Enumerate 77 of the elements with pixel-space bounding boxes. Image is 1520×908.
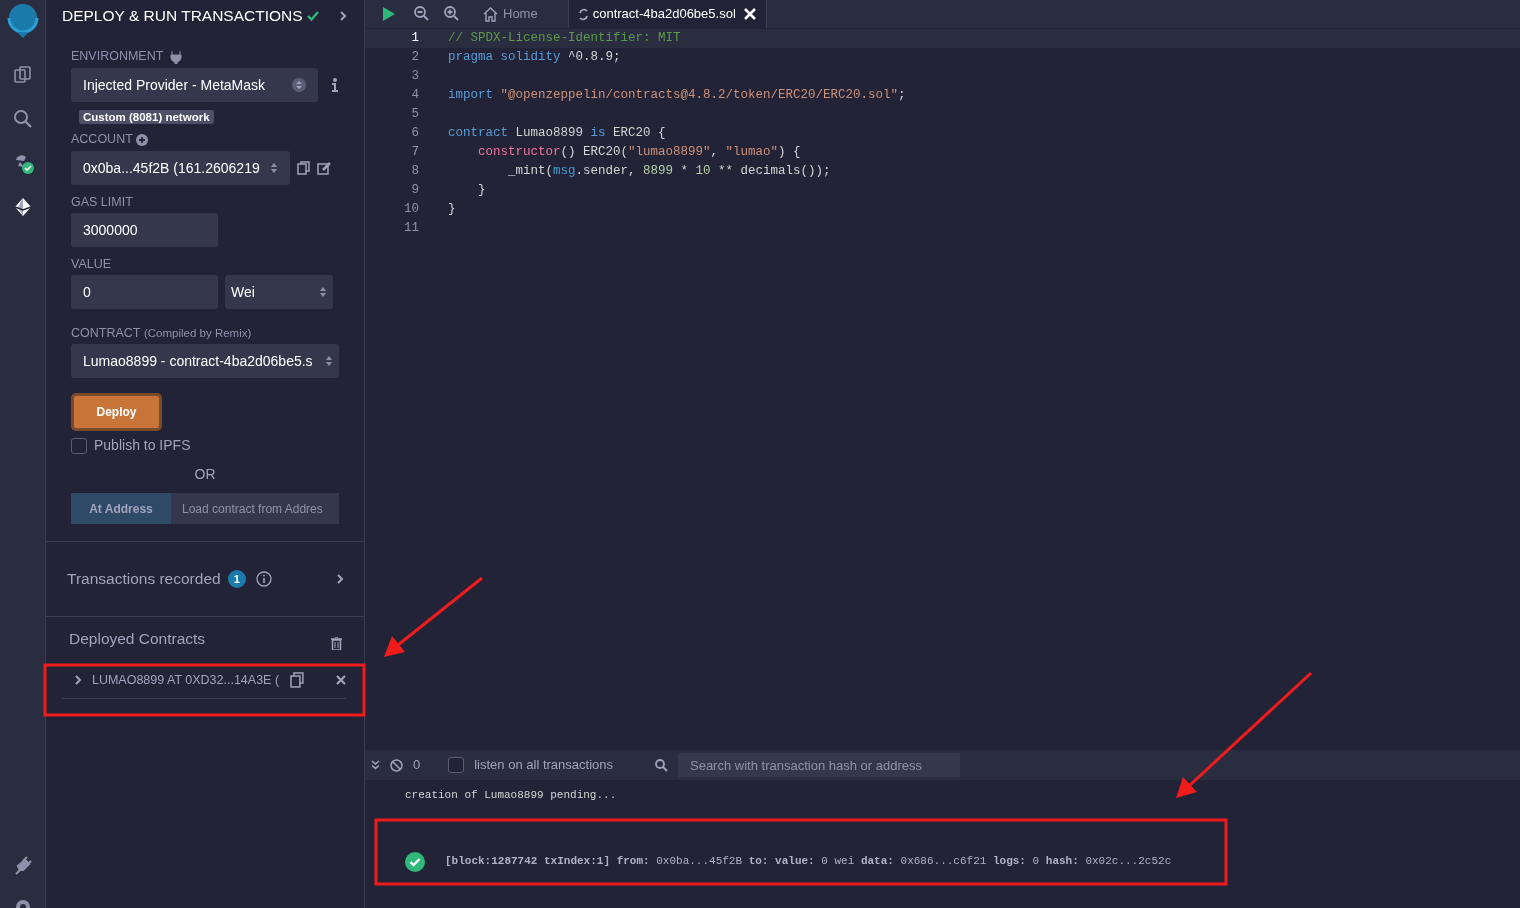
checkbox-label: Publish to IPFS: [94, 436, 191, 455]
code-line: _mint(msg.sender, 8899 * 10 ** decimals());: [508, 163, 831, 180]
chevron-right-icon[interactable]: [336, 573, 344, 585]
edit-icon[interactable]: [317, 161, 331, 175]
checkbox[interactable]: [448, 757, 465, 773]
search-field[interactable]: Search with transaction hash or address: [678, 753, 960, 777]
deployed-contract-item[interactable]: LUMAO8899 AT 0XD32...14A3E (: [62, 662, 346, 700]
count-badge: 1: [227, 569, 246, 589]
trash-icon[interactable]: [331, 637, 342, 651]
contract-select[interactable]: Lumao8899 - contract-4ba2d06be5.s: [71, 344, 339, 378]
editor-tab[interactable]: Home: [473, 0, 548, 28]
pending-count: 0: [413, 756, 421, 775]
gas-limit-field[interactable]: 3000000: [71, 213, 218, 247]
code-line: }: [478, 182, 486, 199]
section-title: Deployed Contracts: [69, 629, 206, 649]
line-number: 7: [410, 144, 420, 161]
line-number: 3: [410, 68, 420, 85]
close-icon[interactable]: [336, 675, 346, 686]
code-line: constructor() ERC20("lumao8899", "lumao") {: [478, 144, 801, 161]
field-label: CONTRACT: [71, 326, 141, 341]
line-number: 6: [410, 125, 420, 142]
check-icon: [306, 9, 321, 23]
field-note: (Compiled by Remix): [143, 326, 252, 341]
info-icon[interactable]: [255, 571, 272, 587]
code-line: // SPDX-License-Identifier: MIT: [448, 30, 681, 47]
checkbox-label: listen on all transactions: [474, 756, 613, 775]
network-label: Custom (8081) network: [79, 110, 214, 124]
or-label: OR: [194, 466, 216, 482]
run-icon[interactable]: [381, 6, 397, 22]
panel-title: DEPLOY & RUN TRANSACTIONS: [62, 6, 303, 27]
collapse-icon[interactable]: [371, 760, 380, 770]
copy-icon[interactable]: [297, 161, 310, 175]
editor-tab[interactable]: contract-4ba2d06be5.sol: [567, 0, 767, 28]
value-field[interactable]: 0: [71, 275, 218, 309]
dropdown-arrows-icon: [319, 285, 327, 299]
line-number: 8: [410, 163, 420, 180]
code-line: contract Lumao8899 is ERC20 {: [448, 125, 666, 142]
chevron-icon[interactable]: [74, 674, 82, 687]
code-line: pragma solidity ^0.8.9;: [448, 49, 621, 66]
environment-select[interactable]: Injected Provider - MetaMask: [71, 68, 318, 102]
line-number: 4: [410, 87, 420, 104]
log-line: creation of Lumao8899 pending...: [405, 788, 618, 803]
unit-select[interactable]: Wei: [225, 275, 333, 309]
info-icon[interactable]: [332, 78, 338, 92]
plug-icon: [170, 49, 183, 64]
account-select[interactable]: 0x0ba...45f2B (161.2606219: [71, 151, 290, 185]
plus-icon[interactable]: [136, 133, 149, 146]
address-field[interactable]: Load contract from Addres: [171, 493, 339, 524]
field-label: GAS LIMIT: [71, 195, 134, 210]
field-label: ACCOUNT: [71, 132, 133, 147]
line-number: 11: [403, 220, 420, 237]
line-number: 5: [410, 106, 420, 123]
files-icon[interactable]: [11, 64, 34, 86]
zoom-out-icon[interactable]: [414, 6, 430, 22]
dropdown-arrows-icon: [292, 78, 306, 92]
home-icon: [483, 6, 498, 22]
clear-icon[interactable]: [390, 758, 403, 772]
line-number: 9: [410, 182, 420, 199]
dropdown-arrows-icon: [270, 161, 278, 175]
code-line: }: [448, 201, 456, 218]
file-sync-icon: [578, 7, 588, 21]
transaction-log: [block:1287742 txIndex:1] from: 0x0ba...45f2B to: value: 0 wei data: 0x686...c6f21 logs: 0 hash: 0x02c...2c52c: [445, 854, 1172, 870]
at-address-button[interactable]: At Address: [71, 493, 171, 524]
checkbox[interactable]: [71, 437, 87, 454]
dropdown-arrows-icon: [325, 354, 333, 368]
search-icon[interactable]: [655, 758, 668, 772]
field-label: VALUE: [71, 257, 113, 272]
zoom-in-icon[interactable]: [444, 6, 460, 22]
line-number: 1: [410, 30, 420, 47]
line-number: 10: [403, 201, 420, 218]
copy-icon[interactable]: [290, 672, 305, 689]
search-icon[interactable]: [11, 108, 34, 130]
line-number: 2: [410, 49, 420, 66]
code-line: import "@openzeppelin/contracts@4.8.2/token/ERC20/ERC20.sol";: [448, 87, 906, 104]
section-title: Transactions recorded: [67, 569, 221, 590]
field-label: ENVIRONMENT: [71, 49, 164, 64]
chevron-right-icon[interactable]: [339, 10, 348, 22]
